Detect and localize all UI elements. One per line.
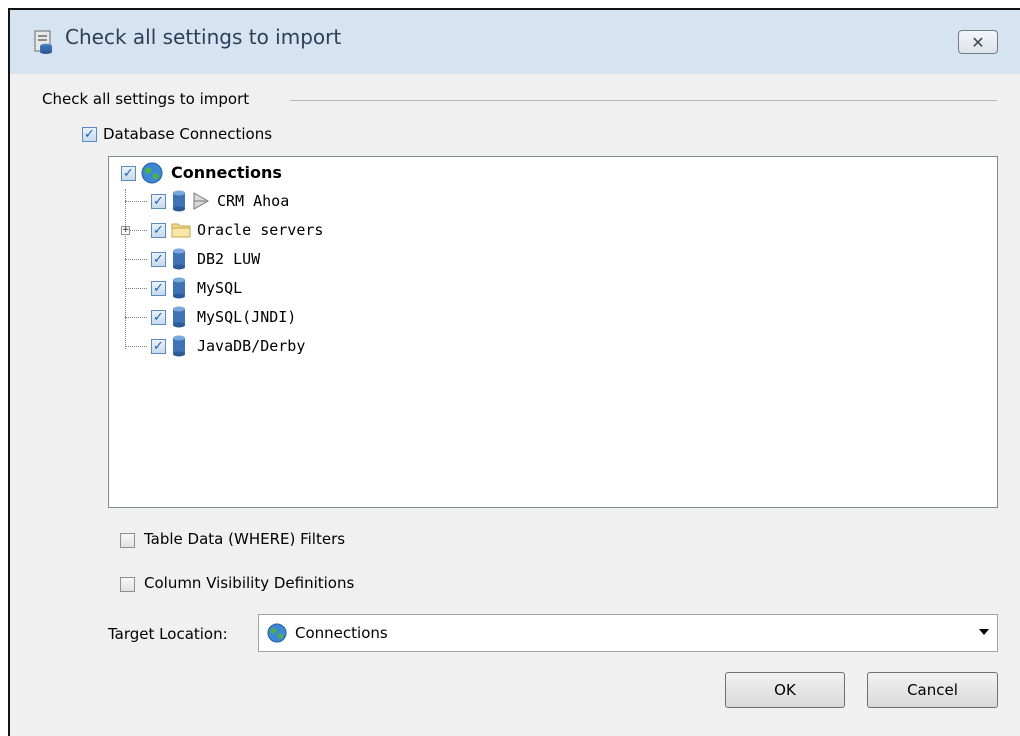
- close-icon: ✕: [971, 32, 985, 52]
- tree-item-checkbox[interactable]: ✓: [151, 310, 166, 325]
- ok-button[interactable]: OK: [725, 672, 845, 708]
- target-location-value: Connections: [295, 624, 388, 642]
- column-visibility-label: Column Visibility Definitions: [144, 574, 355, 592]
- settings-import-icon: [34, 30, 52, 54]
- folder-icon: [171, 223, 191, 238]
- tree-root-label[interactable]: Connections: [171, 163, 282, 182]
- database-connections-checkbox[interactable]: ✓: [82, 127, 97, 142]
- tree-line: [125, 201, 147, 202]
- tree-item-label[interactable]: MySQL(JNDI): [197, 308, 296, 326]
- tree-item-checkbox[interactable]: ✓: [151, 281, 166, 296]
- title-bar: Check all settings to import ✕: [10, 10, 1020, 74]
- target-location-select[interactable]: Connections: [258, 614, 998, 652]
- chevron-down-icon[interactable]: [979, 629, 989, 635]
- tree-line: [125, 317, 147, 318]
- database-connections-label: Database Connections: [103, 125, 273, 143]
- database-icon: [173, 306, 185, 328]
- dialog-title: Check all settings to import: [65, 25, 342, 49]
- close-button[interactable]: ✕: [958, 30, 998, 54]
- globe-icon: [267, 623, 287, 643]
- database-icon: [173, 248, 185, 270]
- expand-toggle[interactable]: +: [121, 226, 130, 235]
- tree-item-checkbox[interactable]: ✓: [151, 223, 166, 238]
- connection-icon: [193, 192, 210, 210]
- group-label: Check all settings to import: [42, 90, 258, 108]
- import-settings-dialog: Check all settings to import ✕ Check all…: [8, 8, 1020, 736]
- tree-item-label[interactable]: JavaDB/Derby: [197, 337, 305, 355]
- tree-line: [130, 230, 147, 231]
- tree-item-checkbox[interactable]: ✓: [151, 194, 166, 209]
- tree-item-label[interactable]: Oracle servers: [197, 221, 323, 239]
- database-icon: [173, 335, 185, 357]
- tree-item-label[interactable]: MySQL: [197, 279, 242, 297]
- tree-item-label[interactable]: CRM Ahoa: [217, 192, 289, 210]
- cancel-button[interactable]: Cancel: [867, 672, 998, 708]
- tree-item-checkbox[interactable]: ✓: [151, 339, 166, 354]
- connections-tree[interactable]: ✓ Connections ✓ CRM Ahoa + ✓ Oracle serv…: [108, 156, 998, 508]
- tree-item-label[interactable]: DB2 LUW: [197, 250, 260, 268]
- table-filters-checkbox[interactable]: [120, 533, 135, 548]
- tree-line: [125, 288, 147, 289]
- group-divider: [290, 100, 997, 101]
- tree-item-checkbox[interactable]: ✓: [151, 252, 166, 267]
- tree-line: [125, 346, 147, 347]
- column-visibility-checkbox[interactable]: [120, 577, 135, 592]
- tree-line: [125, 259, 147, 260]
- database-icon: [173, 277, 185, 299]
- target-location-label: Target Location:: [108, 625, 228, 643]
- globe-icon: [141, 162, 163, 184]
- table-filters-label: Table Data (WHERE) Filters: [144, 530, 346, 548]
- tree-line: [125, 189, 126, 349]
- database-icon: [173, 190, 185, 212]
- tree-root-checkbox[interactable]: ✓: [121, 166, 136, 181]
